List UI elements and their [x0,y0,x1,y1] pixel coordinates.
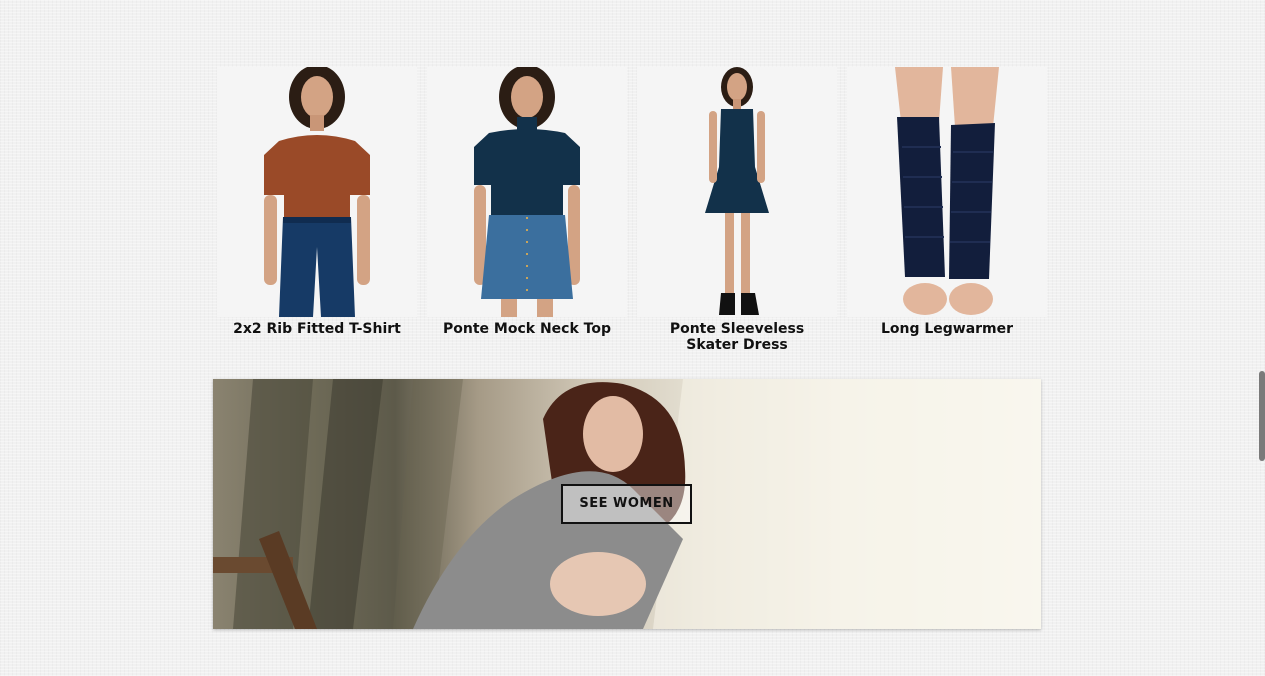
product-grid: 2x2 Rib Fitted T-Shirt Ponte Mock Neck T… [212,67,1053,353]
product-name[interactable]: Ponte Sleeveless Skater Dress [632,321,842,353]
scrollbar-thumb[interactable] [1259,371,1265,461]
product-image[interactable] [637,67,837,317]
product-name[interactable]: Long Legwarmer [842,321,1052,337]
product-image[interactable] [847,67,1047,317]
model-rust-tee-jeans-icon [264,67,370,317]
see-women-button[interactable]: SEE WOMEN [561,484,692,524]
model-navy-top-denim-skirt-icon [474,67,580,317]
product-card[interactable]: 2x2 Rib Fitted T-Shirt [212,67,422,353]
product-card[interactable]: Long Legwarmer [842,67,1052,353]
product-card[interactable]: Ponte Sleeveless Skater Dress [632,67,842,353]
women-banner[interactable]: SEE WOMEN [213,379,1041,629]
product-card[interactable]: Ponte Mock Neck Top [422,67,632,353]
model-navy-skater-dress-icon [705,67,769,315]
legs-navy-legwarmers-icon [895,67,999,315]
product-image[interactable] [427,67,627,317]
product-image[interactable] [217,67,417,317]
product-name[interactable]: 2x2 Rib Fitted T-Shirt [212,321,422,337]
product-name[interactable]: Ponte Mock Neck Top [422,321,632,337]
